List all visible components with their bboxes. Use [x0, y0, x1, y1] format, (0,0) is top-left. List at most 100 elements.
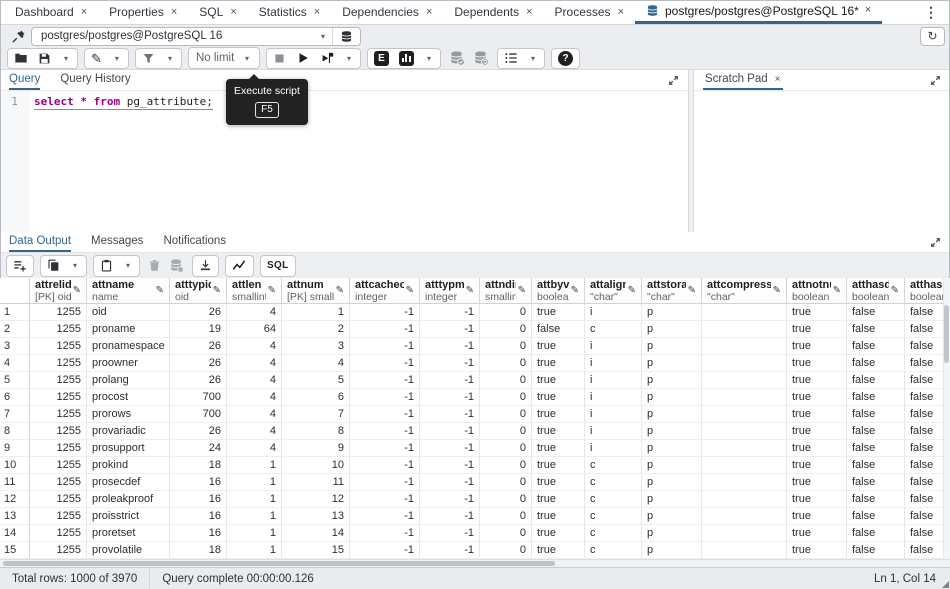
add-row-button[interactable]	[8, 256, 32, 276]
tab-notifications[interactable]: Notifications	[163, 232, 226, 252]
grid-cell-attname[interactable]: proleakproof	[87, 491, 170, 508]
grid-cell-attnotnull[interactable]: true	[787, 304, 847, 321]
help-button[interactable]: ?	[553, 49, 578, 68]
edit-column-icon[interactable]: ✎	[833, 285, 841, 296]
grid-cell-attalign[interactable]: i	[585, 304, 642, 321]
grid-cell-attcacheoff[interactable]: -1	[350, 440, 420, 457]
grid-cell-attnotnull[interactable]: true	[787, 321, 847, 338]
grid-cell-attcacheoff[interactable]: -1	[350, 508, 420, 525]
grid-cell-atthasdef[interactable]: false	[847, 508, 905, 525]
grid-cell-attnotnull[interactable]: true	[787, 440, 847, 457]
edit-column-icon[interactable]: ✎	[268, 285, 276, 296]
grid-cell-attcacheoff[interactable]: -1	[350, 389, 420, 406]
grid-cell-attname[interactable]: proisstrict	[87, 508, 170, 525]
row-number[interactable]: 10	[0, 457, 30, 474]
grid-cell-attalign[interactable]: i	[585, 338, 642, 355]
close-icon[interactable]: ×	[171, 7, 177, 18]
more-menu-icon[interactable]: ⋮	[912, 0, 950, 24]
grid-cell-attnum[interactable]: 1	[282, 304, 350, 321]
grid-cell-attbyval[interactable]: true	[532, 474, 585, 491]
grid-cell-attrelid[interactable]: 1255	[30, 372, 87, 389]
cancel-query-button[interactable]	[268, 49, 291, 68]
edit-options-dropdown[interactable]: ▾	[107, 49, 127, 68]
grid-cell-attcompression[interactable]	[702, 423, 787, 440]
grid-cell-attcacheoff[interactable]: -1	[350, 474, 420, 491]
grid-cell-attstorage[interactable]: p	[642, 372, 702, 389]
grid-cell-atttypmod[interactable]: -1	[420, 457, 480, 474]
grid-cell-attalign[interactable]: c	[585, 508, 642, 525]
grid-cell-attcacheoff[interactable]: -1	[350, 491, 420, 508]
grid-cell-attndims[interactable]: 0	[480, 542, 532, 559]
grid-cell-atthasdef[interactable]: false	[847, 338, 905, 355]
show-sql-button[interactable]: SQL	[262, 256, 293, 276]
grid-cell-attlen[interactable]: 1	[227, 474, 282, 491]
row-number[interactable]: 11	[0, 474, 30, 491]
grid-cell-atttypid[interactable]: 700	[170, 389, 227, 406]
grid-cell-attnotnull[interactable]: true	[787, 338, 847, 355]
grid-cell-attalign[interactable]: c	[585, 542, 642, 559]
grid-cell-attnum[interactable]: 3	[282, 338, 350, 355]
grid-cell-attalign[interactable]: i	[585, 355, 642, 372]
grid-cell-attnotnull[interactable]: true	[787, 508, 847, 525]
close-icon[interactable]: ×	[618, 7, 624, 18]
grid-cell-attcacheoff[interactable]: -1	[350, 423, 420, 440]
grid-cell-attname[interactable]: prosecdef	[87, 474, 170, 491]
expand-scratch-pad-button[interactable]	[921, 70, 950, 90]
grid-cell-atthasdef[interactable]: false	[847, 355, 905, 372]
grid-cell-atttypmod[interactable]: -1	[420, 508, 480, 525]
tab-query-tool[interactable]: postgres/postgres@PostgreSQL 16* ×	[635, 0, 882, 24]
grid-cell-attbyval[interactable]: true	[532, 406, 585, 423]
row-number[interactable]: 1	[0, 304, 30, 321]
edit-column-icon[interactable]: ✎	[773, 285, 781, 296]
grid-cell-attrelid[interactable]: 1255	[30, 423, 87, 440]
grid-cell-attlen[interactable]: 4	[227, 389, 282, 406]
grid-cell-atttypid[interactable]: 26	[170, 304, 227, 321]
grid-cell-attbyval[interactable]: true	[532, 508, 585, 525]
connection-dropdown[interactable]: postgres/postgres@PostgreSQL 16 ▾	[32, 28, 332, 45]
grid-cell-attbyval[interactable]: true	[532, 525, 585, 542]
grid-cell-attcacheoff[interactable]: -1	[350, 406, 420, 423]
tab-scratch-pad[interactable]: Scratch Pad ×	[703, 70, 783, 90]
grid-cell-attlen[interactable]: 4	[227, 355, 282, 372]
grid-cell-attnum[interactable]: 11	[282, 474, 350, 491]
grid-cell-attcompression[interactable]	[702, 474, 787, 491]
grid-cell-atthasdef[interactable]: false	[847, 389, 905, 406]
grid-cell-attname[interactable]: prorows	[87, 406, 170, 423]
grid-cell-atttypmod[interactable]: -1	[420, 440, 480, 457]
horizontal-scrollbar-thumb[interactable]	[3, 561, 555, 566]
grid-cell-atttypid[interactable]: 16	[170, 525, 227, 542]
grid-cell-atthasdef[interactable]: false	[847, 406, 905, 423]
paste-options-dropdown[interactable]: ▾	[118, 256, 138, 276]
grid-cell-attbyval[interactable]: true	[532, 457, 585, 474]
column-header-attndims[interactable]: attndimssmallint✎	[480, 278, 532, 304]
grid-cell-attnotnull[interactable]: true	[787, 491, 847, 508]
grid-cell-attname[interactable]: proowner	[87, 355, 170, 372]
grid-cell-atthasdef[interactable]: false	[847, 491, 905, 508]
grid-cell-attalign[interactable]: c	[585, 491, 642, 508]
grid-cell-attlen[interactable]: 1	[227, 491, 282, 508]
rollback-button[interactable]	[473, 50, 489, 66]
row-number[interactable]: 13	[0, 508, 30, 525]
grid-cell-attnotnull[interactable]: true	[787, 372, 847, 389]
grid-cell-attalign[interactable]: c	[585, 474, 642, 491]
edit-column-icon[interactable]: ✎	[213, 285, 221, 296]
grid-cell-attcacheoff[interactable]: -1	[350, 355, 420, 372]
explain-options-dropdown[interactable]: ▾	[419, 49, 439, 68]
tab-sql[interactable]: SQL×	[188, 0, 247, 24]
grid-cell-atttypid[interactable]: 700	[170, 406, 227, 423]
grid-cell-attcacheoff[interactable]: -1	[350, 338, 420, 355]
grid-cell-attlen[interactable]: 4	[227, 338, 282, 355]
grid-cell-attnum[interactable]: 12	[282, 491, 350, 508]
grid-cell-attlen[interactable]: 1	[227, 525, 282, 542]
scratch-pad-editor[interactable]	[694, 91, 950, 232]
close-icon[interactable]: ×	[81, 7, 87, 18]
grid-cell-attrelid[interactable]: 1255	[30, 355, 87, 372]
grid-cell-attname[interactable]: pronamespace	[87, 338, 170, 355]
execute-script-button[interactable]	[291, 49, 315, 68]
vertical-scrollbar[interactable]	[943, 278, 950, 559]
column-header-atttypmod[interactable]: atttypmodinteger✎	[420, 278, 480, 304]
row-number[interactable]: 9	[0, 440, 30, 457]
column-header-attcompression[interactable]: attcompression"char"✎	[702, 278, 787, 304]
tab-processes[interactable]: Processes×	[544, 0, 635, 24]
grid-cell-attlen[interactable]: 4	[227, 406, 282, 423]
